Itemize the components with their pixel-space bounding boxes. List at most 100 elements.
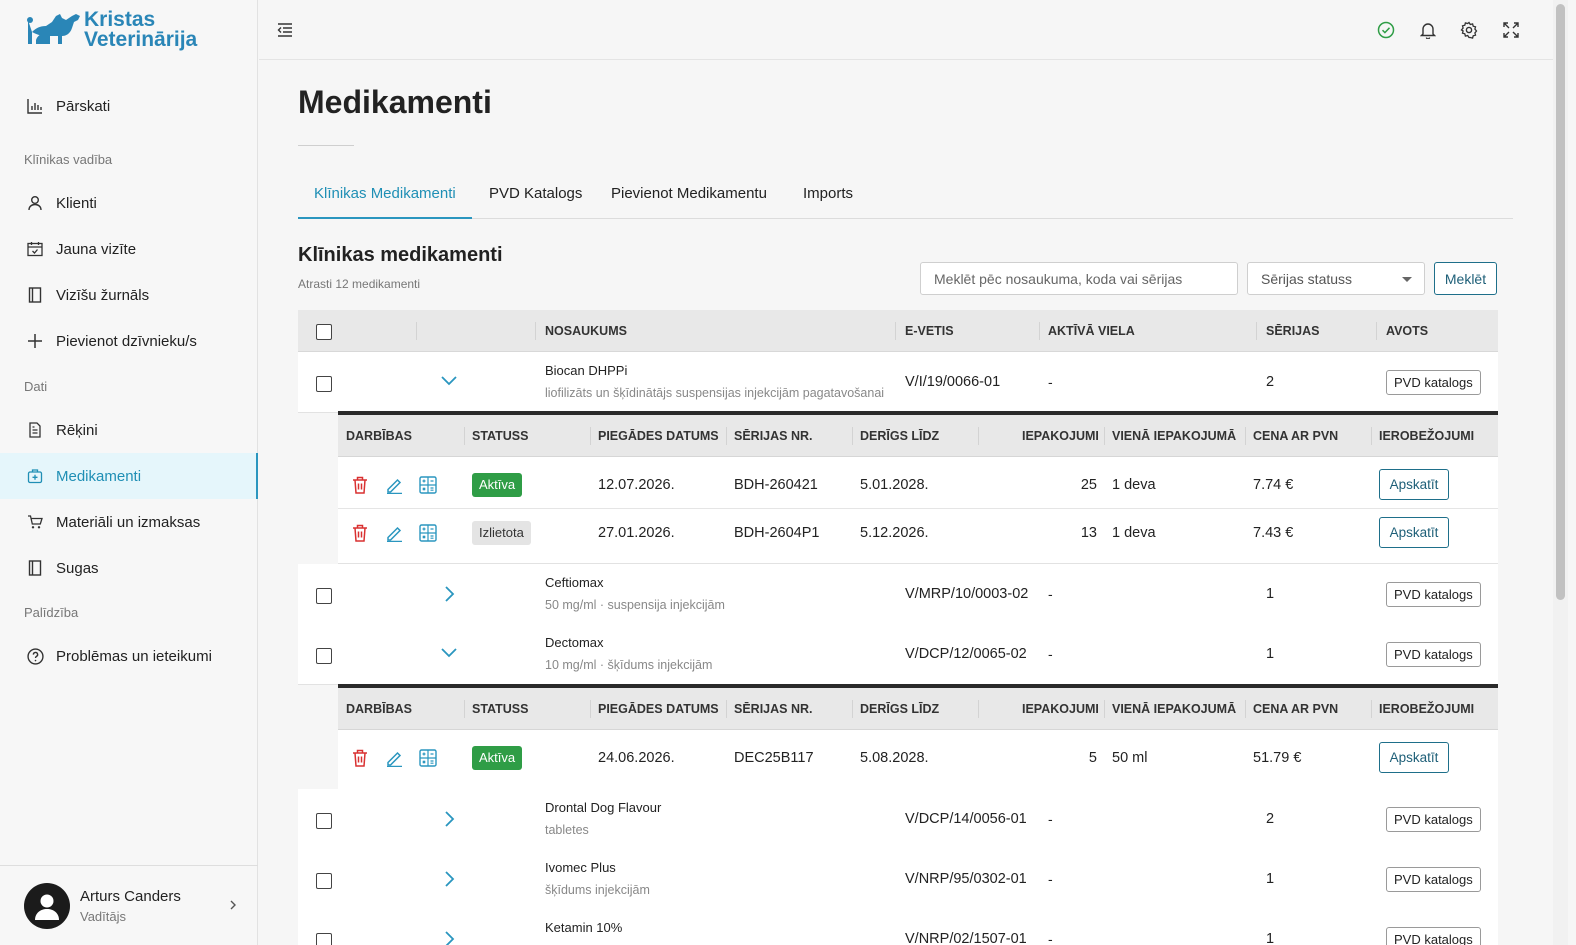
tab-pvd-katalogs[interactable]: PVD Katalogs [473, 173, 598, 219]
source-badge[interactable]: PVD katalogs [1386, 642, 1481, 667]
cart-icon [26, 513, 44, 531]
section-title-clinic: Klīnikas vadība [24, 152, 113, 167]
edit-icon[interactable] [384, 475, 404, 495]
tab-pievienot-medikamentu[interactable]: Pievienot Medikamentu [595, 173, 783, 219]
row-checkbox[interactable] [316, 588, 332, 604]
row-checkbox[interactable] [316, 813, 332, 829]
header-name[interactable]: Nosaukums [545, 324, 627, 338]
sidebar-item-vizisu-zurnals[interactable]: Vizīšu žurnāls [0, 272, 258, 318]
edit-icon[interactable] [384, 523, 404, 543]
delete-icon[interactable] [350, 475, 370, 495]
search-button[interactable]: Meklēt [1434, 262, 1497, 295]
sidebar-item-sugas[interactable]: Sugas [0, 545, 258, 591]
bell-icon[interactable] [1418, 20, 1438, 40]
header-active[interactable]: Aktīvā viela [1048, 324, 1135, 338]
table-header: Nosaukums E-vetis Aktīvā viela Sērijas A… [298, 310, 1498, 352]
select-all-checkbox[interactable] [316, 324, 332, 340]
tab-imports[interactable]: Imports [787, 173, 869, 219]
source-badge[interactable]: PVD katalogs [1386, 867, 1481, 892]
calculator-icon[interactable] [418, 475, 438, 495]
table-row[interactable]: Ivomec Plus šķīdums injekcijām V/NRP/95/… [298, 849, 1498, 910]
bar-chart-icon [26, 97, 44, 115]
batch-header: Darbības Statuss Piegādes datums Sērijas… [338, 688, 1498, 730]
user-name: Arturs Canders [80, 887, 181, 905]
chevron-down-icon[interactable] [440, 646, 458, 662]
source-badge[interactable]: PVD katalogs [1386, 807, 1481, 832]
sidebar-item-medikamenti[interactable]: Medikamenti [0, 453, 258, 499]
sidebar-item-label: Sugas [56, 559, 99, 577]
header-valid: Derīgs līdz [860, 702, 940, 716]
header-packs: Iepakojumi [1022, 702, 1099, 716]
select-value: Sērijas statuss [1261, 271, 1353, 287]
chevron-down-icon[interactable] [440, 374, 458, 390]
sidebar: Kristas Veterinārija Pārskati Klīnikas v… [0, 0, 258, 945]
edit-icon[interactable] [384, 748, 404, 768]
calculator-icon[interactable] [418, 523, 438, 543]
gear-icon[interactable] [1459, 20, 1479, 40]
table-row[interactable]: Ketamin 10% V/NRP/02/1507-01 - 1 PVD kat… [298, 909, 1498, 945]
chevron-right-icon[interactable] [444, 930, 456, 945]
table-row[interactable]: Dectomax 10 mg/ml · šķīdums injekcijām V… [298, 624, 1498, 685]
sidebar-item-materiali[interactable]: Materiāli un izmaksas [0, 499, 258, 545]
delete-icon[interactable] [350, 748, 370, 768]
scrollbar-thumb[interactable] [1556, 4, 1565, 600]
med-desc: 50 mg/ml · suspensija injekcijām [545, 598, 725, 612]
tab-klinikas-medikamenti[interactable]: Klīnikas Medikamenti [298, 173, 472, 219]
table-row[interactable]: Biocan DHPPi liofilizāts un šķīdinātājs … [298, 352, 1498, 413]
check-circle-icon[interactable] [1376, 20, 1396, 40]
row-checkbox[interactable] [316, 933, 332, 945]
med-code: V/I/19/0066-01 [905, 374, 1001, 390]
view-button[interactable]: Apskatīt [1379, 517, 1449, 548]
header-source[interactable]: Avots [1386, 324, 1428, 338]
view-button[interactable]: Apskatīt [1379, 742, 1449, 773]
table-row[interactable]: Ceftiomax 50 mg/ml · suspensija injekcij… [298, 564, 1498, 625]
row-checkbox[interactable] [316, 873, 332, 889]
med-series: 2 [1266, 811, 1275, 827]
packs-count: 13 [1080, 525, 1097, 541]
sidebar-item-parskati[interactable]: Pārskati [0, 83, 258, 129]
series-status-select[interactable]: Sērijas statuss [1247, 262, 1425, 295]
brand-logo[interactable]: Kristas Veterinārija [26, 8, 197, 50]
chevron-right-icon[interactable] [444, 585, 456, 606]
valid-until: 5.12.2026. [860, 525, 929, 541]
view-button[interactable]: Apskatīt [1379, 469, 1449, 500]
sidebar-item-jauna-vizite[interactable]: Jauna vizīte [0, 226, 258, 272]
med-desc: liofilizāts un šķīdinātājs suspensijas i… [545, 386, 885, 400]
header-series[interactable]: Sērijas [1266, 324, 1320, 338]
delete-icon[interactable] [350, 523, 370, 543]
header-evetis[interactable]: E-vetis [905, 324, 954, 338]
sidebar-item-klienti[interactable]: Klienti [0, 180, 258, 226]
sidebar-item-label: Vizīšu žurnāls [56, 286, 150, 304]
book-icon [26, 559, 44, 577]
source-badge[interactable]: PVD katalogs [1386, 927, 1481, 945]
fullscreen-icon[interactable] [1501, 20, 1521, 40]
user-icon [26, 194, 44, 212]
chevron-right-icon[interactable] [444, 870, 456, 891]
header-price: Cena ar PVN [1253, 702, 1339, 716]
batch-header: Darbības Statuss Piegādes datums Sērijas… [338, 415, 1498, 457]
price: 7.43 € [1253, 525, 1294, 541]
source-badge[interactable]: PVD katalogs [1386, 370, 1481, 395]
chevron-right-icon[interactable] [444, 810, 456, 831]
header-valid: Derīgs līdz [860, 429, 940, 443]
row-checkbox[interactable] [316, 648, 332, 664]
batch-table: Darbības Statuss Piegādes datums Sērijas… [338, 411, 1498, 564]
search-input[interactable] [920, 262, 1238, 295]
table-row[interactable]: Drontal Dog Flavour tabletes V/DCP/14/00… [298, 789, 1498, 850]
row-checkbox[interactable] [316, 376, 332, 392]
section-title: Klīnikas medikamenti [298, 244, 503, 266]
sidebar-item-pievienot-dzivnieku[interactable]: Pievienot dzīvnieku/s [0, 318, 258, 364]
sidebar-item-rekini[interactable]: Rēķini [0, 407, 258, 453]
header-price: Cena ar PVN [1253, 429, 1339, 443]
sidebar-item-label: Klienti [56, 194, 97, 212]
user-menu[interactable]: Arturs Canders Vadītājs [0, 865, 258, 945]
sidebar-item-problemas[interactable]: Problēmas un ieteikumi [0, 633, 258, 679]
price: 7.74 € [1253, 477, 1294, 493]
calculator-icon[interactable] [418, 748, 438, 768]
menu-collapse-icon[interactable] [275, 20, 295, 40]
source-badge[interactable]: PVD katalogs [1386, 582, 1481, 607]
calendar-check-icon [26, 240, 44, 258]
brand-line-1: Kristas [84, 8, 156, 31]
header-actions: Darbības [346, 429, 412, 443]
batch-table: Darbības Statuss Piegādes datums Sērijas… [338, 684, 1498, 790]
